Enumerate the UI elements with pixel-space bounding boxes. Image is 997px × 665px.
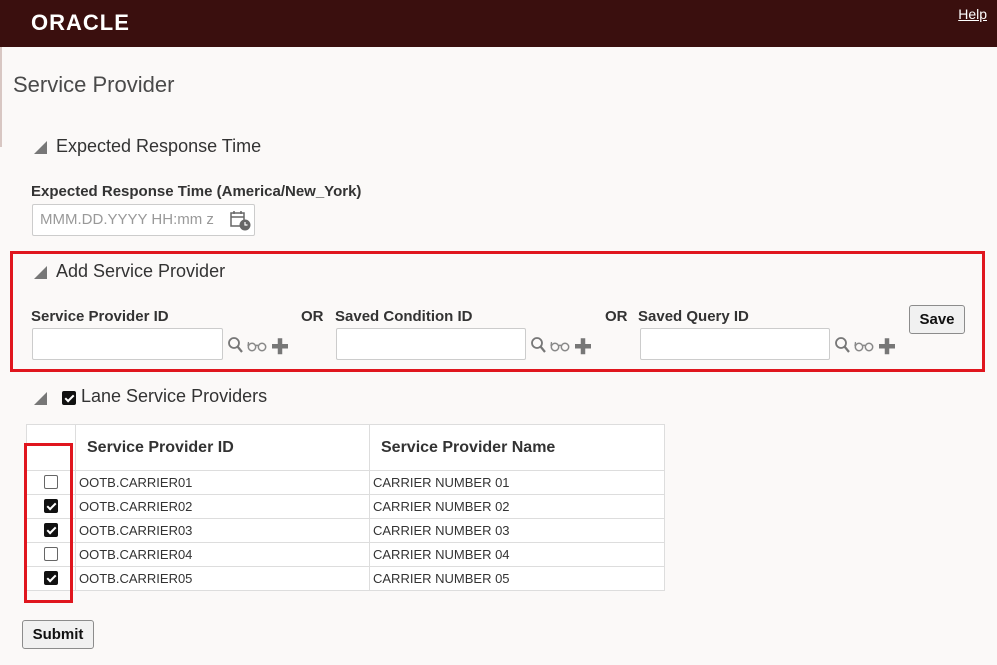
- row-select-cell: [26, 566, 76, 591]
- service-provider-id-input[interactable]: [32, 328, 223, 360]
- row-checkbox[interactable]: [44, 571, 58, 585]
- column-header-provider-name: Service Provider Name: [369, 424, 665, 471]
- provider-name-cell: CARRIER NUMBER 04: [369, 542, 665, 567]
- provider-id-cell: OOTB.CARRIER05: [75, 566, 370, 591]
- row-checkbox[interactable]: [44, 547, 58, 561]
- section-add-service-provider: Add Service Provider: [56, 261, 226, 281]
- row-checkbox[interactable]: [44, 475, 58, 489]
- saved-condition-id-label: Saved Condition ID: [335, 308, 473, 325]
- table-row: OOTB.CARRIER03 CARRIER NUMBER 03: [26, 518, 665, 543]
- provider-name-cell: CARRIER NUMBER 01: [369, 470, 665, 495]
- top-header-bar: ORACLE Help: [0, 0, 997, 47]
- condition-id-lookup-icons: [531, 337, 591, 355]
- glasses-icon[interactable]: [550, 341, 570, 352]
- row-select-cell: [26, 542, 76, 567]
- plus-icon[interactable]: [272, 338, 288, 355]
- search-icon[interactable]: [835, 337, 850, 353]
- plus-icon[interactable]: [879, 338, 895, 355]
- row-select-cell: [26, 518, 76, 543]
- date-placeholder: MMM.DD.YYYY HH:mm z: [40, 211, 214, 228]
- glasses-icon[interactable]: [854, 341, 874, 352]
- provider-id-cell: OOTB.CARRIER01: [75, 470, 370, 495]
- submit-button[interactable]: Submit: [22, 620, 94, 649]
- lane-section-checkbox[interactable]: [62, 391, 76, 405]
- query-id-lookup-icons: [835, 337, 895, 355]
- section-lane-service-providers: Lane Service Providers: [81, 386, 268, 406]
- left-edge-divider: [0, 47, 2, 147]
- row-select-cell: [26, 470, 76, 495]
- saved-query-id-label: Saved Query ID: [638, 308, 749, 325]
- page-title: Service Provider: [13, 72, 175, 97]
- table-row: OOTB.CARRIER05 CARRIER NUMBER 05: [26, 566, 665, 591]
- service-provider-id-label: Service Provider ID: [31, 308, 169, 325]
- row-checkbox[interactable]: [44, 523, 58, 537]
- collapse-triangle-icon[interactable]: [34, 392, 47, 405]
- collapse-triangle-icon[interactable]: [34, 141, 47, 154]
- provider-id-cell: OOTB.CARRIER04: [75, 542, 370, 567]
- select-column-header: [26, 424, 76, 471]
- glasses-icon[interactable]: [247, 341, 267, 352]
- collapse-triangle-icon[interactable]: [34, 266, 47, 279]
- provider-id-cell: OOTB.CARRIER03: [75, 518, 370, 543]
- calendar-clock-icon[interactable]: [230, 210, 252, 232]
- provider-id-cell: OOTB.CARRIER02: [75, 494, 370, 519]
- provider-name-cell: CARRIER NUMBER 03: [369, 518, 665, 543]
- provider-id-lookup-icons: [228, 337, 288, 355]
- save-button[interactable]: Save: [909, 305, 965, 334]
- table-row: OOTB.CARRIER01 CARRIER NUMBER 01: [26, 470, 665, 495]
- table-row: OOTB.CARRIER02 CARRIER NUMBER 02: [26, 494, 665, 519]
- search-icon[interactable]: [228, 337, 243, 353]
- expected-response-time-label: Expected Response Time (America/New_York…: [31, 183, 362, 200]
- help-link[interactable]: Help: [958, 6, 987, 22]
- or-separator: OR: [301, 308, 324, 325]
- oracle-logo: ORACLE: [31, 10, 130, 35]
- provider-name-cell: CARRIER NUMBER 05: [369, 566, 665, 591]
- lane-service-providers-table: Service Provider ID Service Provider Nam…: [26, 424, 665, 591]
- section-expected-response-time: Expected Response Time: [56, 136, 262, 156]
- saved-condition-id-input[interactable]: [336, 328, 526, 360]
- table-header-row: Service Provider ID Service Provider Nam…: [26, 424, 665, 471]
- table-row: OOTB.CARRIER04 CARRIER NUMBER 04: [26, 542, 665, 567]
- or-separator: OR: [605, 308, 628, 325]
- provider-name-cell: CARRIER NUMBER 02: [369, 494, 665, 519]
- search-icon[interactable]: [531, 337, 546, 353]
- plus-icon[interactable]: [575, 338, 591, 355]
- row-checkbox[interactable]: [44, 499, 58, 513]
- row-select-cell: [26, 494, 76, 519]
- expected-response-time-input[interactable]: MMM.DD.YYYY HH:mm z: [32, 204, 255, 236]
- saved-query-id-input[interactable]: [640, 328, 830, 360]
- column-header-provider-id: Service Provider ID: [75, 424, 370, 471]
